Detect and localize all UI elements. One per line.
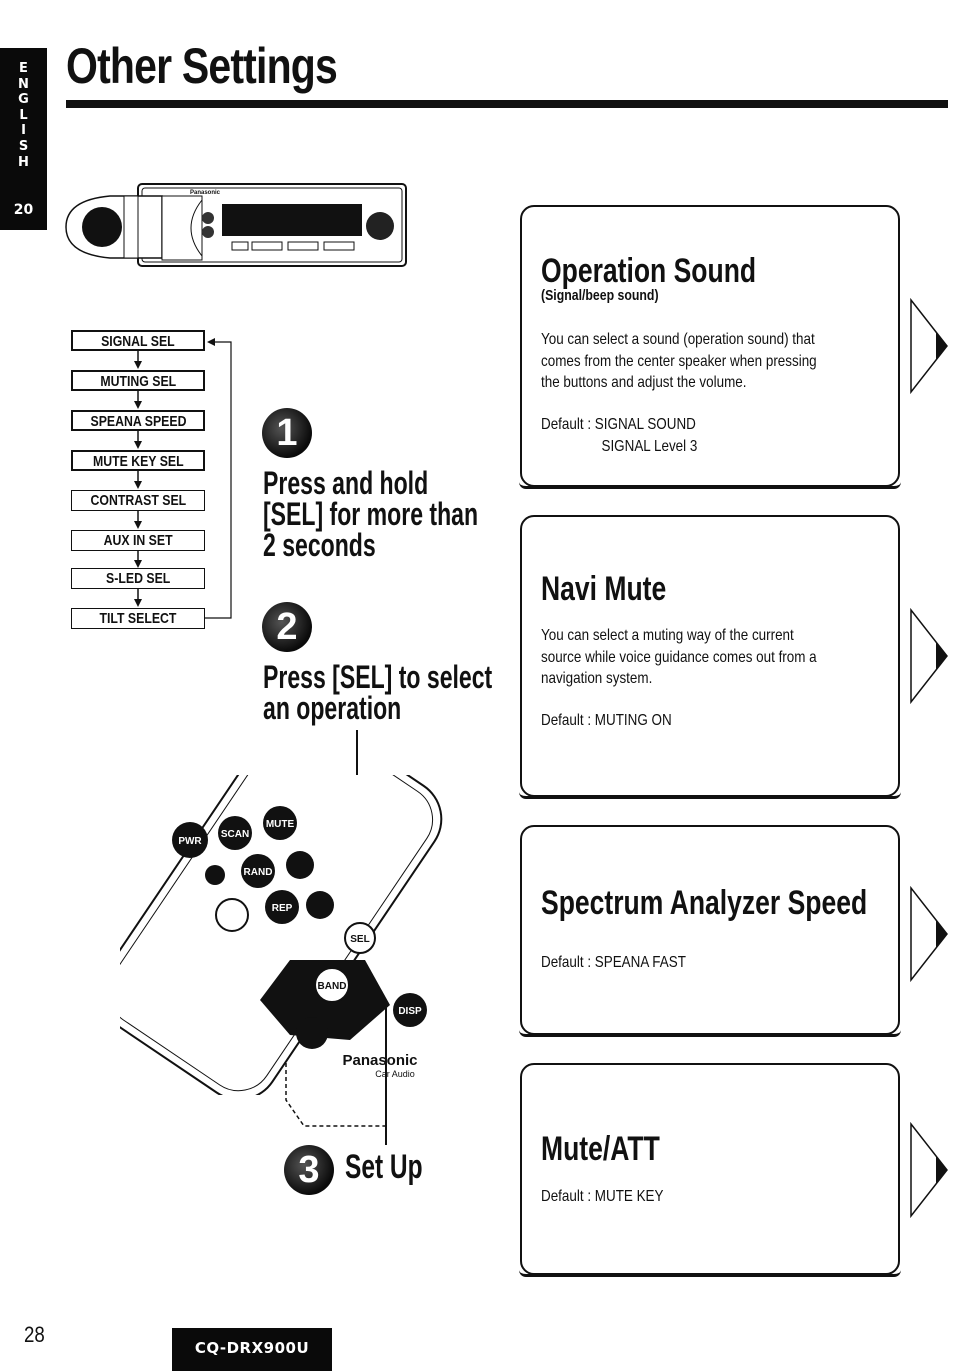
- remote-disp-button: DISP: [398, 1006, 422, 1017]
- display-panel: [222, 204, 362, 236]
- svg-text:Panasonic: Panasonic: [190, 190, 221, 196]
- remote-brand-label: Panasonic: [342, 1052, 417, 1069]
- menu-item-speana-speed: SPEANA SPEED: [71, 410, 205, 431]
- page-number: 28: [24, 1322, 45, 1347]
- speaker-icon: [82, 207, 122, 247]
- model-badge: CQ-DRX900U: [172, 1328, 332, 1371]
- menu-item-tilt-select: TILT SELECT: [71, 608, 205, 629]
- remote-sel-button: SEL: [350, 934, 369, 945]
- card-body-line: source while voice guidance comes out fr…: [541, 648, 817, 666]
- side-tab-letter: G: [18, 92, 29, 108]
- card-default: Default : MUTE KEY: [541, 1188, 664, 1205]
- card-body-line: the buttons and adjust the volume.: [541, 374, 747, 391]
- down-arrow-icon: [134, 511, 142, 529]
- step-3-text: Set Up: [345, 1148, 423, 1186]
- remote-control-illustration: PWR SCAN MUTE RAND VOL REP SEL BAND DISP…: [120, 775, 443, 1095]
- card-operation-sound: Operation Sound (Signal/beep sound) You …: [519, 205, 901, 489]
- down-arrow-icon: [134, 431, 142, 449]
- title-rule: [66, 100, 948, 108]
- card-default: Default : MUTING ON: [541, 712, 672, 729]
- card-title: Mute/ATT: [541, 1130, 660, 1168]
- card-body-line: You can select a muting way of the curre…: [541, 627, 794, 644]
- card-default: Default : SIGNAL SOUND: [541, 416, 696, 433]
- step-1-badge: 1: [262, 408, 312, 458]
- side-tab-letter: H: [18, 154, 29, 170]
- side-tab-letter: N: [18, 76, 29, 92]
- chevron-right-icon: [910, 1122, 948, 1218]
- remote-vol-label: VOL: [304, 879, 327, 891]
- card-default: Default : SPEANA FAST: [541, 954, 686, 971]
- down-arrow-icon: [134, 351, 142, 369]
- menu-item-aux-in-set: AUX IN SET: [71, 530, 205, 551]
- card-spectrum-analyzer-speed: Spectrum Analyzer Speed Default : SPEANA…: [519, 825, 901, 1037]
- menu-item-mute-key-sel: MUTE KEY SEL: [71, 450, 205, 471]
- side-tab-letter: L: [19, 107, 28, 123]
- chevron-right-icon: [910, 298, 948, 394]
- down-arrow-icon: [134, 471, 142, 489]
- card-body-line: comes from the center speaker when press…: [541, 352, 817, 370]
- step-2-text: Press [SEL] to select an operation: [263, 659, 493, 726]
- menu-item-s-led-sel: S-LED SEL: [71, 568, 205, 589]
- card-body-line: navigation system.: [541, 670, 653, 687]
- chevron-right-icon: [910, 886, 948, 982]
- remote-rep-button: REP: [272, 903, 293, 914]
- svg-text:Car Audio: Car Audio: [375, 1069, 415, 1079]
- card-title: Spectrum Analyzer Speed: [541, 884, 868, 922]
- side-tab-letter: I: [21, 123, 26, 139]
- menu-item-muting-sel: MUTING SEL: [71, 370, 205, 391]
- remote-band-button: BAND: [318, 981, 347, 992]
- menu-item-contrast-sel: CONTRAST SEL: [71, 490, 205, 511]
- section-number: 20: [13, 202, 34, 218]
- remote-mute-button: MUTE: [266, 819, 295, 830]
- remote-scan-button: SCAN: [221, 829, 249, 840]
- language-side-tab: E N G L I S H 20: [0, 48, 47, 230]
- card-navi-mute: Navi Mute You can select a muting way of…: [519, 515, 901, 799]
- down-arrow-icon: [134, 589, 142, 607]
- step-2-badge: 2: [262, 602, 312, 652]
- loop-back-arrow: [205, 338, 232, 619]
- side-tab-letter: S: [18, 138, 29, 154]
- card-mute-att: Mute/ATT Default : MUTE KEY: [519, 1063, 901, 1277]
- card-subtitle: (Signal/beep sound): [541, 287, 659, 304]
- step-1-text: Press and hold [SEL] for more than 2 sec…: [263, 465, 479, 563]
- head-unit-illustration: Panasonic: [65, 183, 407, 267]
- down-arrow-icon: [134, 550, 142, 568]
- step-3-badge: 3: [284, 1145, 334, 1195]
- side-tab-letter: E: [19, 61, 28, 76]
- down-arrow-icon: [134, 391, 142, 409]
- menu-item-signal-sel: SIGNAL SEL: [71, 330, 205, 351]
- page-title: Other Settings: [66, 38, 338, 94]
- menu-cycle-diagram: SIGNAL SEL MUTING SEL SPEANA SPEED MUTE …: [71, 330, 232, 630]
- remote-pwr-button: PWR: [178, 836, 202, 847]
- card-body-line: You can select a sound (operation sound)…: [541, 331, 815, 348]
- chevron-right-icon: [910, 608, 948, 704]
- remote-rand-button: RAND: [244, 867, 273, 878]
- card-title: Navi Mute: [541, 570, 667, 608]
- card-title: Operation Sound: [541, 252, 757, 290]
- card-default: SIGNAL Level 3: [601, 437, 698, 455]
